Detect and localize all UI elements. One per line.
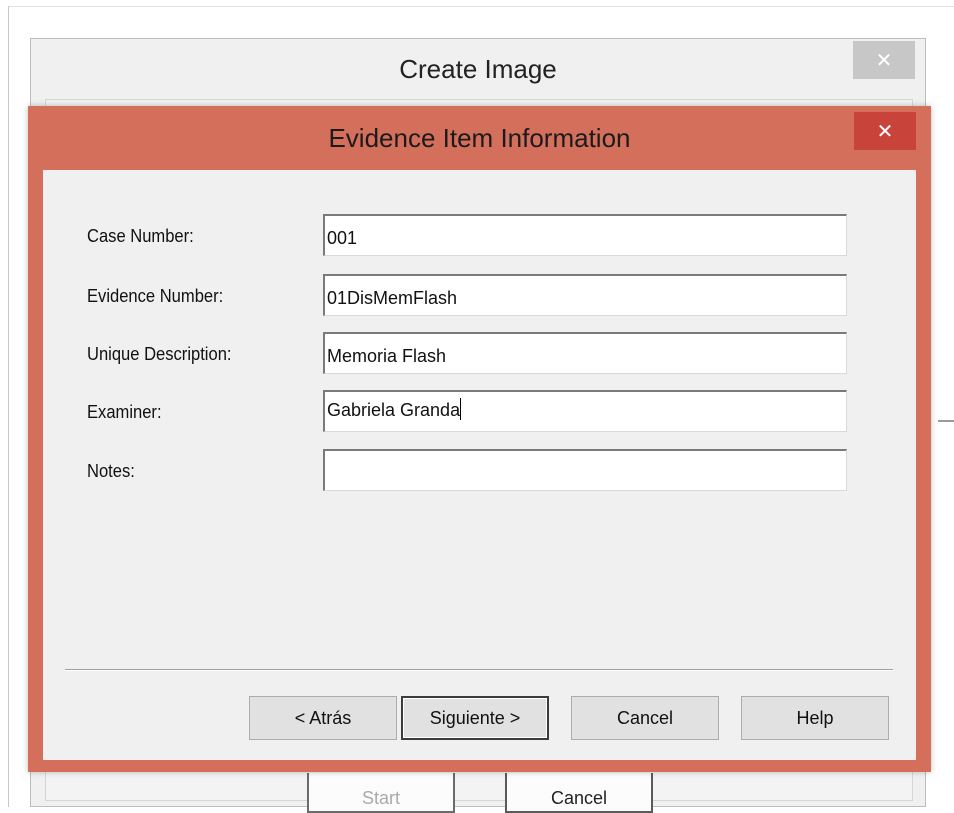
start-button[interactable]: Start bbox=[307, 773, 455, 813]
unique-description-input[interactable] bbox=[323, 332, 847, 374]
notes-label: Notes: bbox=[87, 461, 135, 481]
text-cursor bbox=[460, 398, 462, 420]
evidence-number-label: Evidence Number: bbox=[87, 286, 224, 306]
page-border-left bbox=[8, 6, 9, 807]
dialog-title: Evidence Item Information bbox=[328, 122, 631, 153]
examiner-input[interactable]: Gabriela Granda bbox=[323, 390, 847, 432]
next-button[interactable]: Siguiente > bbox=[401, 696, 549, 740]
evidence-number-input[interactable] bbox=[323, 274, 847, 316]
evidence-item-dialog: Evidence Item Information ✕ Case Number:… bbox=[28, 106, 931, 772]
dialog-body: Case Number: Evidence Number: Unique Des… bbox=[43, 170, 916, 760]
close-icon: ✕ bbox=[875, 49, 893, 72]
unique-description-label: Unique Description: bbox=[87, 344, 232, 364]
help-button[interactable]: Help bbox=[741, 696, 889, 740]
create-image-cancel-button[interactable]: Cancel bbox=[505, 773, 653, 813]
dialog-close-button[interactable]: ✕ bbox=[854, 112, 916, 150]
case-number-label: Case Number: bbox=[87, 226, 194, 246]
button-separator bbox=[65, 669, 893, 671]
create-image-title: Create Image bbox=[399, 53, 557, 84]
examiner-input-value: Gabriela Granda bbox=[327, 400, 461, 420]
page-border-right-mark bbox=[938, 420, 954, 422]
create-image-close-button[interactable]: ✕ bbox=[853, 41, 915, 79]
back-button[interactable]: < Atrás bbox=[249, 696, 397, 740]
cancel-button[interactable]: Cancel bbox=[571, 696, 719, 740]
case-number-input[interactable] bbox=[323, 214, 847, 256]
notes-input[interactable] bbox=[323, 449, 847, 491]
close-icon: ✕ bbox=[876, 120, 894, 143]
examiner-label: Examiner: bbox=[87, 402, 162, 422]
page-border-top bbox=[8, 6, 954, 7]
